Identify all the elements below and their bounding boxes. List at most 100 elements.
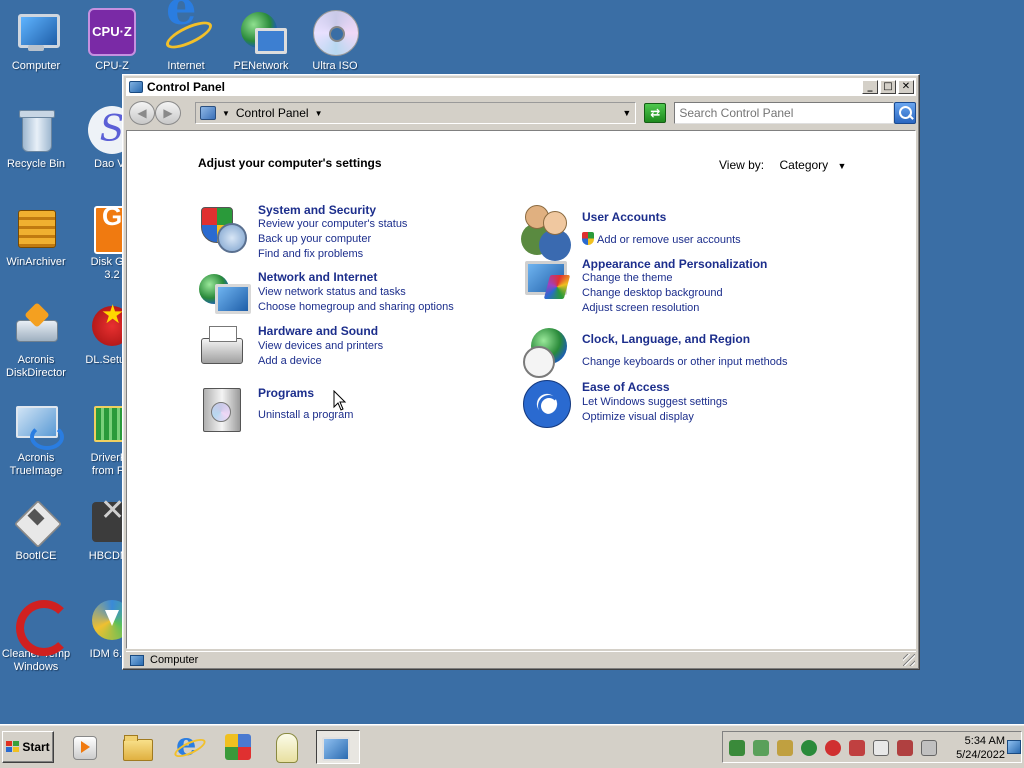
category-network-internet: Network and Internet View network status… xyxy=(199,270,499,320)
forward-button[interactable]: ▶ xyxy=(154,101,181,125)
tray-network-disconnected-icon[interactable] xyxy=(897,740,913,756)
tray-play-icon[interactable] xyxy=(801,740,817,756)
taskbar-unikey-icon[interactable] xyxy=(221,730,255,764)
category-link[interactable]: Change keyboards or other input methods xyxy=(582,355,787,369)
desktop-icon-internet[interactable]: Internet xyxy=(148,2,224,73)
control-panel-icon xyxy=(129,81,143,93)
tray-tools-icon[interactable] xyxy=(849,740,865,756)
category-link[interactable]: Let Windows suggest settings xyxy=(582,395,728,409)
category-link[interactable]: Add a device xyxy=(258,354,322,368)
maximize-button[interactable]: □ xyxy=(880,80,896,94)
appearance-icon[interactable] xyxy=(523,257,571,305)
windows-logo-icon xyxy=(6,741,20,753)
category-title[interactable]: Appearance and Personalization xyxy=(582,257,767,271)
tray-flag-icon[interactable] xyxy=(873,740,889,756)
category-appearance-personalization: Appearance and Personalization Change th… xyxy=(523,257,863,317)
category-title[interactable]: Hardware and Sound xyxy=(258,324,378,338)
desktop-icon-cpuz[interactable]: CPU·Z CPU-Z xyxy=(74,8,150,73)
control-panel-window: Control Panel _ □ ✕ ◀ ▶ ▼ Control Panel … xyxy=(122,74,920,670)
category-link[interactable]: Review your computer's status xyxy=(258,217,407,231)
desktop-icon-label: Acronis DiskDirector xyxy=(6,354,66,379)
taskbar-control-panel-icon[interactable] xyxy=(316,730,360,764)
desktop-icon-bootice[interactable]: BootICE xyxy=(0,498,74,563)
page-title: Adjust your computer's settings xyxy=(198,156,382,170)
tray-safely-remove-icon[interactable] xyxy=(753,740,769,756)
desktop-icon-recycle-bin[interactable]: Recycle Bin xyxy=(0,106,74,171)
category-title[interactable]: User Accounts xyxy=(582,210,666,224)
search-icon[interactable] xyxy=(894,102,916,124)
desktop-icon-label: BootICE xyxy=(15,550,57,562)
tray-network-icon[interactable] xyxy=(729,740,745,756)
refresh-button[interactable]: ⇄ xyxy=(644,103,667,123)
taskbar: Start 5:34 AM 5/24/2022 xyxy=(0,724,1024,768)
category-link[interactable]: Back up your computer xyxy=(258,232,371,246)
category-link[interactable]: Adjust screen resolution xyxy=(582,301,699,315)
programs-icon[interactable] xyxy=(199,386,247,434)
desktop-icon-acronis-trueimage[interactable]: Acronis TrueImage xyxy=(0,400,74,478)
system-tray: 5:34 AM 5/24/2022 xyxy=(722,731,1022,763)
taskbar-internet-explorer-icon[interactable] xyxy=(171,725,205,764)
resize-grip-icon[interactable] xyxy=(903,654,915,666)
security-shield-icon[interactable] xyxy=(199,203,247,253)
address-dropdown-icon[interactable]: ▼ xyxy=(622,108,631,118)
search-input[interactable] xyxy=(674,102,895,124)
status-bar: Computer xyxy=(126,651,916,668)
taskbar-ghost-icon[interactable] xyxy=(269,730,303,764)
chevron-down-icon[interactable]: ▼ xyxy=(838,161,847,171)
disk-director-icon xyxy=(12,302,60,350)
minimize-button[interactable]: _ xyxy=(862,80,878,94)
category-title[interactable]: Network and Internet xyxy=(258,270,377,284)
printer-icon[interactable] xyxy=(199,324,247,372)
tray-volume-muted-icon[interactable] xyxy=(921,740,937,756)
computer-icon xyxy=(12,8,60,56)
breadcrumb-chevron-icon[interactable]: ▼ xyxy=(222,109,230,118)
category-link[interactable]: Change the theme xyxy=(582,271,673,285)
address-bar[interactable]: ▼ Control Panel ▼ ▼ xyxy=(194,102,637,124)
clock-time: 5:34 AM xyxy=(964,735,1005,747)
breadcrumb-chevron-icon[interactable]: ▼ xyxy=(315,109,323,118)
category-link[interactable]: View devices and printers xyxy=(258,339,383,353)
close-button[interactable]: ✕ xyxy=(898,80,914,94)
category-link[interactable]: View network status and tasks xyxy=(258,285,406,299)
show-desktop-icon[interactable] xyxy=(1007,740,1021,754)
category-programs: Programs Uninstall a program xyxy=(199,386,499,436)
category-link[interactable]: Choose homegroup and sharing options xyxy=(258,300,454,314)
floppy-icon xyxy=(12,498,60,546)
tray-clock[interactable]: 5:34 AM 5/24/2022 xyxy=(945,734,1005,762)
desktop-icon-winarchiver[interactable]: WinArchiver xyxy=(0,204,74,269)
category-title[interactable]: Programs xyxy=(258,386,314,400)
back-button[interactable]: ◀ xyxy=(129,101,155,125)
ease-of-access-icon[interactable] xyxy=(523,380,571,428)
category-link[interactable]: Find and fix problems xyxy=(258,247,363,261)
title-bar[interactable]: Control Panel _ □ ✕ xyxy=(126,78,916,96)
desktop-icon-ultraiso[interactable]: Ultra ISO xyxy=(297,8,373,73)
taskbar-explorer-folder-icon[interactable] xyxy=(120,730,154,764)
desktop-icon-label: Computer xyxy=(11,60,61,72)
taskbar-media-player-icon[interactable] xyxy=(67,730,101,764)
category-user-accounts: User Accounts Add or remove user account… xyxy=(523,203,863,253)
category-title[interactable]: Clock, Language, and Region xyxy=(582,332,750,346)
category-ease-of-access: Ease of Access Let Windows suggest setti… xyxy=(523,380,863,430)
tray-alert-icon[interactable] xyxy=(825,740,841,756)
start-button[interactable]: Start xyxy=(2,731,54,763)
breadcrumb-control-panel[interactable]: Control Panel xyxy=(236,106,309,120)
main-content: Adjust your computer's settings View by:… xyxy=(126,130,916,649)
tray-books-icon[interactable] xyxy=(777,740,793,756)
desktop-icon-ccleaner[interactable]: Cleaner Temp Windows xyxy=(0,596,74,674)
category-link[interactable]: Add or remove user accounts xyxy=(582,232,741,247)
desktop-icon-penetwork[interactable]: PENetwork xyxy=(223,8,299,73)
desktop-icon-computer[interactable]: Computer xyxy=(0,8,74,73)
category-title[interactable]: Ease of Access xyxy=(582,380,670,394)
users-icon[interactable] xyxy=(523,203,571,251)
view-by-dropdown[interactable]: Category xyxy=(779,158,828,172)
category-link[interactable]: Optimize visual display xyxy=(582,410,694,424)
control-panel-icon xyxy=(199,106,216,120)
category-link[interactable]: Change desktop background xyxy=(582,286,723,300)
clock-globe-icon[interactable] xyxy=(523,328,571,378)
start-label: Start xyxy=(22,740,50,754)
desktop-icon-label: Recycle Bin xyxy=(6,158,66,170)
network-icon[interactable] xyxy=(199,270,251,318)
internet-explorer-icon xyxy=(162,2,210,56)
desktop-icon-acronis-diskdirector[interactable]: Acronis DiskDirector xyxy=(0,302,74,380)
category-title[interactable]: System and Security xyxy=(258,203,376,217)
